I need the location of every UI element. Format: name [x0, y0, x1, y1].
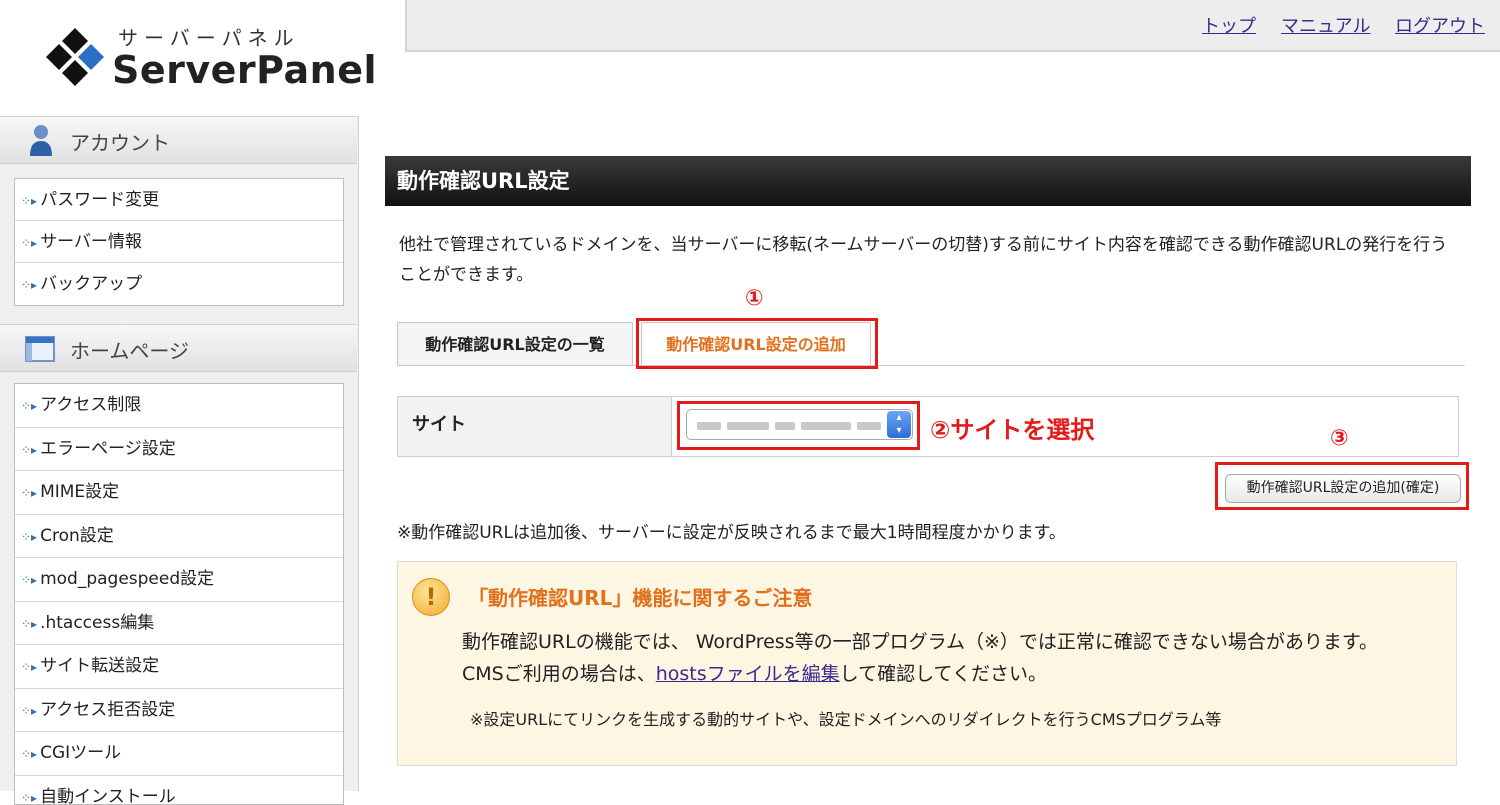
serverpanel-logo-icon: [44, 26, 106, 88]
top-bar: トップ マニュアル ログアウト: [405, 0, 1500, 52]
page-title: 動作確認URL設定: [385, 156, 1471, 206]
caution-box: ! 「動作確認URL」機能に関するご注意 動作確認URLの機能では、 WordP…: [397, 561, 1457, 766]
propagation-note: ※動作確認URLは追加後、サーバーに設定が反映されるまで最大1時間程度かかります…: [397, 518, 1066, 543]
sidebar-item-label: .htaccess編集: [40, 613, 154, 633]
arrow-icon: ⁘▸: [21, 733, 37, 776]
sidebar-section-account[interactable]: アカウント: [0, 116, 357, 164]
sidebar-item-htaccess[interactable]: ⁘▸.htaccess編集: [15, 602, 343, 646]
sidebar-item-mime[interactable]: ⁘▸MIME設定: [15, 471, 343, 515]
logo-text: ServerPanel: [112, 48, 377, 92]
site-label: サイト: [398, 397, 672, 456]
sidebar-item-password[interactable]: ⁘▸パスワード変更: [15, 179, 343, 221]
arrow-icon: ⁘▸: [21, 603, 37, 646]
arrow-icon: ⁘▸: [21, 472, 37, 515]
hosts-file-link[interactable]: hostsファイルを編集: [656, 663, 840, 685]
sidebar-account-list: ⁘▸パスワード変更 ⁘▸サーバー情報 ⁘▸バックアップ: [14, 178, 344, 306]
sidebar-item-site-redirect[interactable]: ⁘▸サイト転送設定: [15, 645, 343, 689]
sidebar-item-label: サイト転送設定: [40, 656, 159, 676]
sidebar-section-title: ホームページ: [70, 335, 189, 364]
page-description: 他社で管理されているドメインを、当サーバーに移転(ネームサーバーの切替)する前に…: [399, 230, 1459, 290]
tab-url-list[interactable]: 動作確認URL設定の一覧: [397, 322, 633, 366]
homepage-icon: [22, 333, 58, 363]
caution-footnote: ※設定URLにてリンクを生成する動的サイトや、設定ドメインへのリダイレクトを行う…: [470, 706, 1221, 730]
caution-title: 「動作確認URL」機能に関するご注意: [468, 582, 812, 611]
sidebar-item-error-page[interactable]: ⁘▸エラーページ設定: [15, 428, 343, 472]
top-link[interactable]: トップ: [1202, 12, 1256, 38]
site-form-row: サイト: [397, 396, 1459, 457]
sidebar-item-label: 自動インストール: [40, 787, 176, 805]
arrow-icon: ⁘▸: [21, 385, 37, 428]
arrow-icon: ⁘▸: [21, 222, 37, 264]
warning-icon: !: [412, 578, 450, 616]
sidebar-item-label: アクセス制限: [40, 395, 141, 415]
sidebar-item-access-limit[interactable]: ⁘▸アクセス制限: [15, 384, 343, 428]
step1-annotation: ①: [745, 286, 764, 311]
sidebar-item-label: パスワード変更: [40, 190, 159, 210]
manual-link[interactable]: マニュアル: [1281, 12, 1370, 38]
arrow-icon: ⁘▸: [21, 264, 37, 306]
tab-divider: [397, 365, 1465, 366]
sidebar-item-access-deny[interactable]: ⁘▸アクセス拒否設定: [15, 689, 343, 733]
arrow-icon: ⁘▸: [21, 516, 37, 559]
sidebar-item-label: エラーページ設定: [40, 439, 176, 459]
sidebar-item-label: CGIツール: [40, 743, 121, 763]
sidebar-item-label: Cron設定: [40, 526, 114, 546]
step3-annotation: ③: [1330, 426, 1349, 451]
sidebar-item-label: mod_pagespeed設定: [40, 569, 214, 589]
step2-annotation: ②サイトを選択: [930, 410, 1094, 445]
sidebar-item-label: MIME設定: [40, 482, 119, 502]
logout-link[interactable]: ログアウト: [1395, 12, 1485, 38]
sidebar-item-auto-install[interactable]: ⁘▸自動インストール: [15, 776, 343, 805]
sidebar-item-cron[interactable]: ⁘▸Cron設定: [15, 515, 343, 559]
arrow-icon: ⁘▸: [21, 690, 37, 733]
sidebar-homepage-list: ⁘▸アクセス制限 ⁘▸エラーページ設定 ⁘▸MIME設定 ⁘▸Cron設定 ⁘▸…: [14, 383, 344, 805]
sidebar-section-homepage[interactable]: ホームページ: [0, 324, 357, 372]
sidebar: アカウント ⁘▸パスワード変更 ⁘▸サーバー情報 ⁘▸バックアップ ホームページ…: [0, 116, 359, 791]
step2-highlight-box: [677, 401, 920, 450]
sidebar-item-label: アクセス拒否設定: [40, 700, 175, 720]
step1-highlight-box: [636, 318, 878, 369]
sidebar-item-backup[interactable]: ⁘▸バックアップ: [15, 263, 343, 305]
caution-body: 動作確認URLの機能では、 WordPress等の一部プログラム（※）では正常に…: [462, 626, 1422, 690]
account-icon: [28, 123, 54, 157]
step3-highlight-box: [1215, 462, 1469, 510]
caution-text: して確認してください。: [840, 663, 1047, 685]
sidebar-item-cgi-tools[interactable]: ⁘▸CGIツール: [15, 732, 343, 776]
sidebar-item-label: バックアップ: [40, 274, 142, 294]
arrow-icon: ⁘▸: [21, 429, 37, 472]
sidebar-item-label: サーバー情報: [40, 232, 142, 252]
sidebar-item-server-info[interactable]: ⁘▸サーバー情報: [15, 221, 343, 263]
logo-kana: サーバーパネル: [118, 22, 300, 51]
arrow-icon: ⁘▸: [21, 180, 37, 222]
sidebar-section-title: アカウント: [70, 127, 170, 156]
arrow-icon: ⁘▸: [21, 559, 37, 602]
sidebar-item-mod-pagespeed[interactable]: ⁘▸mod_pagespeed設定: [15, 558, 343, 602]
arrow-icon: ⁘▸: [21, 646, 37, 689]
